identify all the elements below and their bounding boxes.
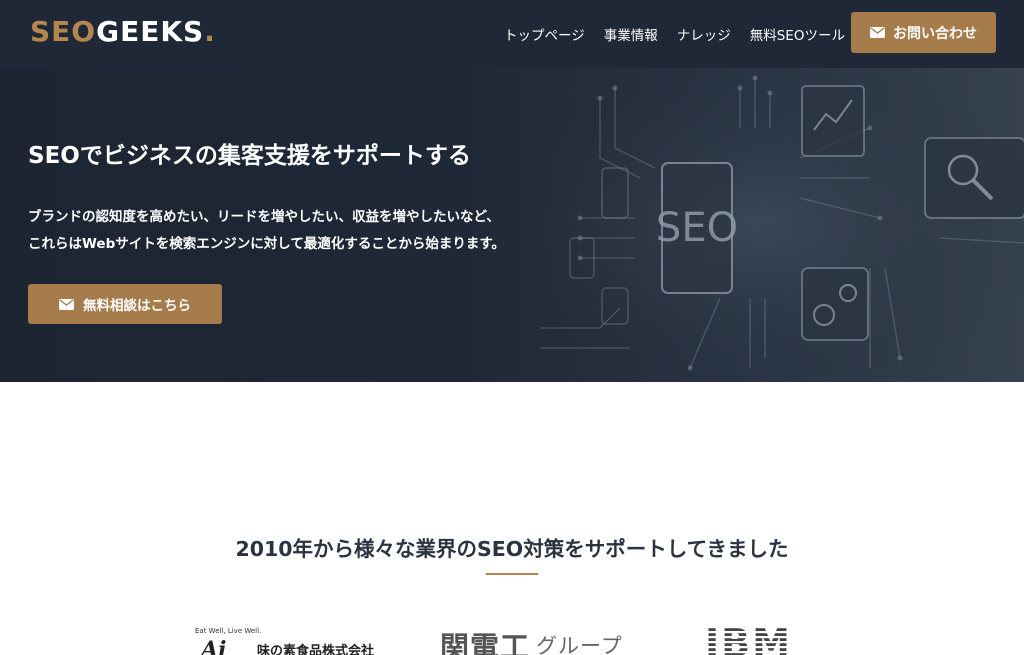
title-divider xyxy=(486,573,538,575)
free-consultation-label: 無料相談はこちら xyxy=(83,298,191,314)
hero-description-line-1: ブランドの認知度を高めたい、リードを増やしたい、収益を増やしたいなど、 xyxy=(28,209,500,225)
site-logo[interactable]: SEOGEEKS. xyxy=(30,15,216,48)
site-header: SEOGEEKS. トップページ 事業情報 ナレッジ 無料SEOツール お問い合… xyxy=(0,0,1024,68)
client-logo-kandenko: 関電工 グループ xyxy=(440,624,640,655)
nav-free-seo-tools[interactable]: 無料SEOツール xyxy=(750,24,845,44)
hero-description-line-2: これらはWebサイトを検索エンジンに対して最適化することから始まります。 xyxy=(28,236,505,252)
logo-seo-text: SEO xyxy=(30,15,97,48)
logo-dot: . xyxy=(204,15,216,48)
envelope-icon xyxy=(870,27,885,38)
contact-button-label: お問い合わせ xyxy=(893,25,977,42)
envelope-icon xyxy=(59,298,74,310)
kandenko-group: グループ xyxy=(536,634,623,655)
contact-button[interactable]: お問い合わせ xyxy=(851,12,996,53)
hero-description: ブランドの認知度を高めたい、リードを増やしたい、収益を増やしたいなど、 これらは… xyxy=(28,204,505,258)
ajinomoto-name: 味の素食品株式会社 xyxy=(257,644,375,655)
free-consultation-button[interactable]: 無料相談はこちら xyxy=(28,284,222,324)
kandenko-name: 関電工 xyxy=(440,630,531,655)
hero-title: SEOでビジネスの集客支援をサポートする xyxy=(28,143,471,169)
clients-title: 2010年から様々な業界のSEO対策をサポートしてきました xyxy=(235,537,789,561)
hero-section: SEO SEOでビジネスの集客支援をサポートする ブランドの認知度を高めたい、リ… xyxy=(0,68,1024,382)
nav-business-info[interactable]: 事業情報 xyxy=(604,24,658,44)
ajinomoto-mark: Ai xyxy=(201,637,227,655)
nav-top-page[interactable]: トップページ xyxy=(504,24,585,44)
client-logo-ibm: IBM xyxy=(705,622,815,655)
client-logo-ajinomoto: Eat Well, Live Well. Ai 味の素食品株式会社 xyxy=(193,623,393,655)
seo-chip-text: SEO xyxy=(656,205,738,251)
circuit-board-illustration: SEO xyxy=(540,68,1024,382)
nav-knowledge[interactable]: ナレッジ xyxy=(677,24,731,44)
logo-geeks-text: GEEKS xyxy=(96,15,205,48)
ajinomoto-tagline: Eat Well, Live Well. xyxy=(195,627,262,635)
main-nav: トップページ 事業情報 ナレッジ 無料SEOツール xyxy=(504,24,845,44)
